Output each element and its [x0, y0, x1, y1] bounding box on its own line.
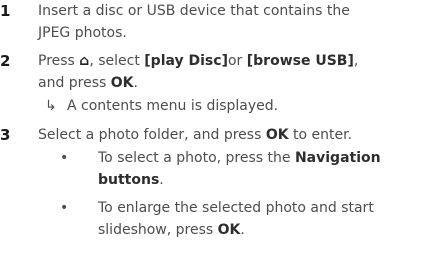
step-2-line-2: and press OK. [38, 75, 138, 91]
step-number-3: 3 [0, 126, 11, 144]
ok-key: OK [217, 222, 241, 238]
step-1-line-1: Insert a disc or USB device that contain… [38, 3, 350, 19]
step-2-result: ↳ A contents menu is displayed. [45, 95, 278, 117]
navigation-label: Navigation [294, 150, 381, 166]
step-number-2: 2 [0, 52, 11, 70]
result-arrow-icon: ↳ [45, 98, 57, 114]
browse-usb-label: [browse USB] [246, 53, 354, 69]
step-3-line-1: Select a photo folder, and press OK to e… [38, 127, 353, 143]
step-number-1: 1 [0, 2, 11, 20]
step-3-bullet-2-line-2: slideshow, press OK. [98, 222, 245, 238]
ok-key: OK [265, 127, 289, 143]
step-3-bullet-1-line-2: buttons. [98, 172, 164, 188]
ok-key: OK [110, 75, 134, 91]
step-1-line-2: JPEG photos. [38, 25, 127, 41]
home-icon: ⌂ [79, 53, 90, 69]
step-2-line-1: Press ⌂, select [play Disc]or [browse US… [38, 53, 359, 69]
buttons-label: buttons [98, 172, 160, 188]
step-3-bullet-2-line-1: To enlarge the selected photo and start [98, 200, 374, 216]
bullet-marker-1: • [60, 150, 69, 166]
step-3-bullet-1-line-1: To select a photo, press the Navigation [98, 150, 381, 166]
bullet-marker-2: • [60, 200, 69, 216]
play-disc-label: [play Disc] [144, 53, 228, 69]
